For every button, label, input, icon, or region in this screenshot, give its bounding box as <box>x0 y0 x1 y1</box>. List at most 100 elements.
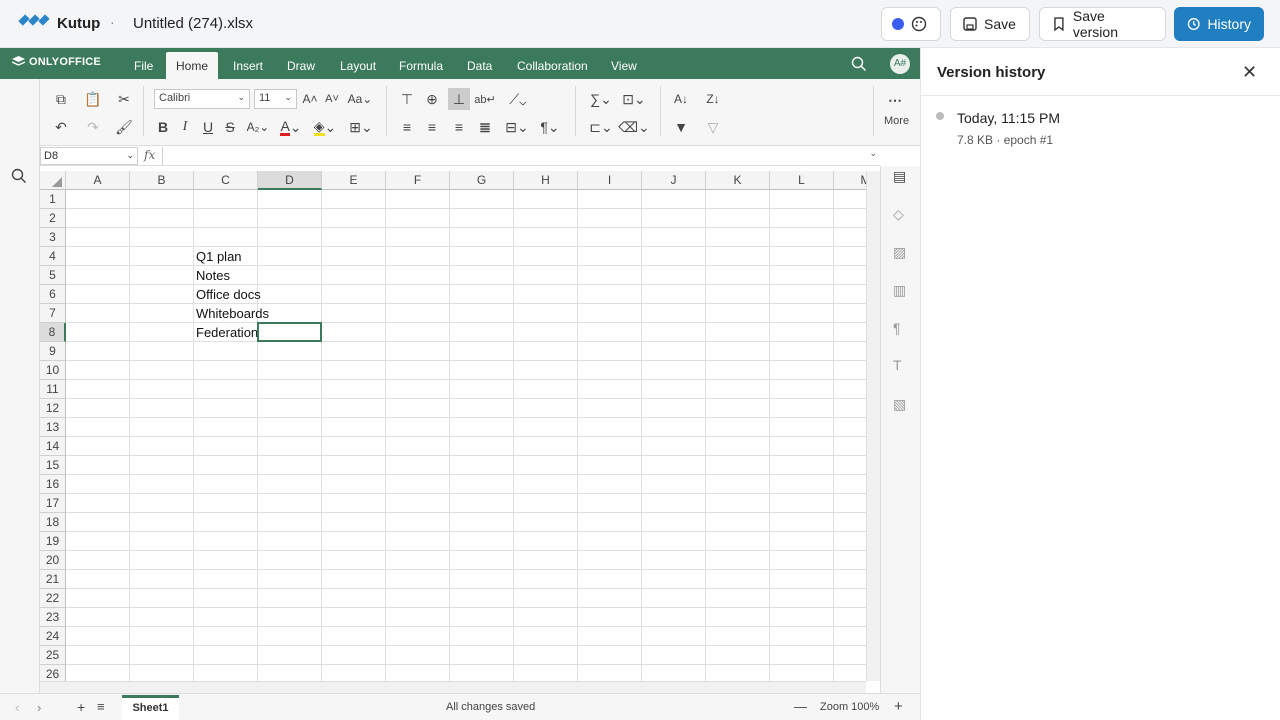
tab-layout[interactable]: Layout <box>330 52 386 79</box>
redo-icon[interactable]: ↷ <box>82 116 104 138</box>
pivot-settings-icon[interactable]: ▧ <box>893 396 906 413</box>
column-header-b[interactable]: B <box>130 171 194 190</box>
column-header-k[interactable]: K <box>706 171 770 190</box>
sum-icon[interactable]: ∑⌄ <box>586 88 616 110</box>
align-top-icon[interactable]: ⊤ <box>396 88 418 110</box>
zoom-in-icon[interactable]: + <box>894 698 903 715</box>
font-color-icon[interactable]: A ⌄ <box>276 116 306 138</box>
row-header-4[interactable]: 4 <box>40 247 66 266</box>
row-header-19[interactable]: 19 <box>40 532 66 551</box>
column-header-j[interactable]: J <box>642 171 706 190</box>
zoom-out-icon[interactable]: — <box>794 699 807 714</box>
increase-font-icon[interactable]: A˄ <box>299 88 321 110</box>
name-box[interactable]: D8 ⌄ <box>40 147 138 165</box>
sort-ascending-icon[interactable]: A↓ <box>670 88 692 110</box>
find-icon[interactable] <box>11 168 27 189</box>
align-middle-icon[interactable]: ⊕ <box>421 88 443 110</box>
column-header-m[interactable]: M <box>834 171 866 190</box>
subscript-icon[interactable]: A₂⌄ <box>243 116 273 138</box>
format-painter-icon[interactable]: 🖌 <box>113 116 135 138</box>
underline-icon[interactable]: U <box>197 116 219 138</box>
change-case-icon[interactable]: Aa⌄ <box>345 88 375 110</box>
column-header-e[interactable]: E <box>322 171 386 190</box>
row-header-10[interactable]: 10 <box>40 361 66 380</box>
row-header-5[interactable]: 5 <box>40 266 66 285</box>
text-art-icon[interactable]: T <box>893 357 902 373</box>
image-settings-icon[interactable]: ▨ <box>893 244 906 261</box>
row-header-3[interactable]: 3 <box>40 228 66 247</box>
align-left-icon[interactable]: ≡ <box>396 116 418 138</box>
fill-icon[interactable]: ⊡⌄ <box>619 88 649 110</box>
cell-c5[interactable]: Notes <box>196 268 230 283</box>
paragraph-settings-icon[interactable]: ¶ <box>893 320 901 336</box>
merge-cells-icon[interactable]: ⊟⌄ <box>502 116 532 138</box>
shape-settings-icon[interactable]: ◇ <box>893 206 904 223</box>
sheet-list-icon[interactable]: ≡ <box>97 699 105 714</box>
row-header-22[interactable]: 22 <box>40 589 66 608</box>
align-center-icon[interactable]: ≡ <box>421 116 443 138</box>
row-header-8[interactable]: 8 <box>40 323 66 342</box>
history-button[interactable]: History <box>1174 7 1264 41</box>
wrap-text-icon[interactable]: ab↵ <box>474 88 496 110</box>
fill-color-icon[interactable]: ◈ ⌄ <box>310 116 340 138</box>
row-header-11[interactable]: 11 <box>40 380 66 399</box>
filter-icon[interactable]: ▼ <box>670 116 692 138</box>
column-header-i[interactable]: I <box>578 171 642 190</box>
font-name-select[interactable]: Calibri ⌄ <box>154 89 250 109</box>
horizontal-scrollbar[interactable] <box>40 681 866 693</box>
cell-settings-icon[interactable]: ▤ <box>893 168 906 185</box>
tab-collaboration[interactable]: Collaboration <box>507 52 598 79</box>
row-header-18[interactable]: 18 <box>40 513 66 532</box>
zoom-level[interactable]: Zoom 100% <box>820 701 879 713</box>
row-header-6[interactable]: 6 <box>40 285 66 304</box>
cut-icon[interactable]: ✂ <box>113 88 135 110</box>
row-header-15[interactable]: 15 <box>40 456 66 475</box>
column-header-g[interactable]: G <box>450 171 514 190</box>
search-icon[interactable] <box>851 56 867 77</box>
column-header-l[interactable]: L <box>770 171 834 190</box>
prev-sheet-icon[interactable]: ‹ <box>15 700 19 715</box>
close-icon[interactable]: ✕ <box>1242 62 1257 83</box>
strikethrough-icon[interactable]: S <box>219 116 241 138</box>
save-version-button[interactable]: Save version <box>1039 7 1166 41</box>
tab-formula[interactable]: Formula <box>389 52 453 79</box>
row-header-9[interactable]: 9 <box>40 342 66 361</box>
save-button[interactable]: Save <box>950 7 1030 41</box>
row-header-21[interactable]: 21 <box>40 570 66 589</box>
sheet-tab[interactable]: Sheet1 <box>122 695 179 720</box>
tab-insert[interactable]: Insert <box>223 52 273 79</box>
tab-data[interactable]: Data <box>457 52 502 79</box>
align-right-icon[interactable]: ≡ <box>448 116 470 138</box>
column-header-a[interactable]: A <box>66 171 130 190</box>
select-all-corner[interactable] <box>40 171 66 190</box>
undo-icon[interactable]: ↶ <box>50 116 72 138</box>
paste-icon[interactable]: 📋 <box>82 88 104 110</box>
tab-file[interactable]: File <box>124 52 163 79</box>
clear-icon[interactable]: ⌫⌄ <box>618 116 650 138</box>
copy-icon[interactable]: ⧉ <box>50 88 72 110</box>
row-header-24[interactable]: 24 <box>40 627 66 646</box>
row-header-17[interactable]: 17 <box>40 494 66 513</box>
row-header-14[interactable]: 14 <box>40 437 66 456</box>
column-header-c[interactable]: C <box>194 171 258 190</box>
row-header-16[interactable]: 16 <box>40 475 66 494</box>
user-avatar[interactable]: A# <box>890 54 910 74</box>
row-header-1[interactable]: 1 <box>40 190 66 209</box>
named-ranges-icon[interactable]: ⊏⌄ <box>586 116 616 138</box>
version-time[interactable]: Today, 11:15 PM <box>957 110 1060 126</box>
font-size-select[interactable]: 11 ⌄ <box>254 89 297 109</box>
cell-c8[interactable]: Federation <box>196 325 257 340</box>
formula-input[interactable]: ⌄ <box>162 147 880 165</box>
vertical-scrollbar[interactable] <box>866 171 880 681</box>
theme-button[interactable] <box>881 7 941 41</box>
decrease-font-icon[interactable]: A˅ <box>321 88 343 110</box>
selected-cell[interactable] <box>257 322 322 342</box>
chart-settings-icon[interactable]: ▥ <box>893 282 906 299</box>
column-header-d[interactable]: D <box>258 171 322 190</box>
tab-home[interactable]: Home <box>166 52 219 79</box>
row-header-20[interactable]: 20 <box>40 551 66 570</box>
clear-filter-icon[interactable]: ▽ <box>702 116 724 138</box>
row-header-26[interactable]: 26 <box>40 665 66 681</box>
row-header-13[interactable]: 13 <box>40 418 66 437</box>
add-sheet-icon[interactable]: + <box>77 699 85 715</box>
